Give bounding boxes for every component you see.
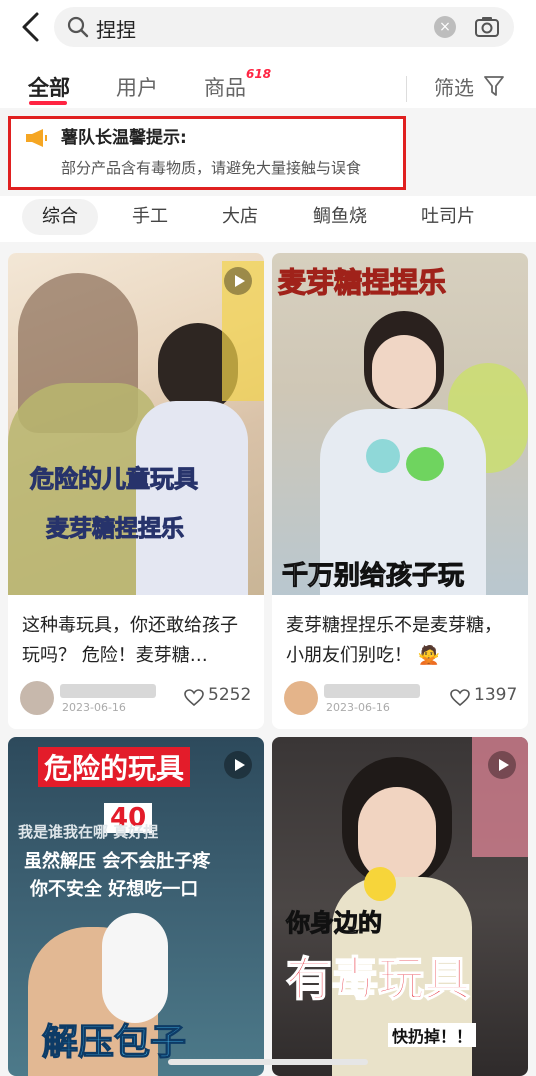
category-chips: 综合 手工 大店 鲷鱼烧 吐司片: [0, 196, 536, 242]
video-play-icon: [488, 751, 516, 779]
back-arrow-icon[interactable]: [18, 10, 46, 44]
thumbnail-caption-line: 你身边的: [286, 909, 383, 938]
card-thumbnail: 危险的儿童玩具 麦芽糖捏捏乐: [8, 253, 264, 595]
card-thumbnail: 你身边的 有毒玩具 快扔掉！！: [272, 737, 528, 1076]
thumbnail-caption-line: 解压包子: [41, 1021, 187, 1063]
author-name-blurred[interactable]: [324, 684, 420, 698]
thumbnail-caption-line: 虽然解压 会不会肚子疼: [24, 851, 211, 872]
active-tab-indicator: [29, 101, 67, 105]
search-query[interactable]: 捏捏: [96, 14, 136, 43]
thumbnail-caption-line: 你不安全 好想吃一口: [30, 879, 199, 900]
thumbnail-caption: 千万别给孩子玩: [281, 561, 465, 592]
tab-products[interactable]: 商品: [204, 72, 246, 102]
thumbnail-title: 有毒玩具: [285, 951, 471, 1007]
like-count: 1397: [474, 685, 518, 705]
video-play-icon: [224, 751, 252, 779]
thumbnail-caption-line: 我是谁我在哪 真好捏: [18, 823, 159, 841]
video-play-icon: [224, 267, 252, 295]
heart-icon[interactable]: [450, 689, 470, 707]
search-bar[interactable]: 捏捏 ×: [54, 7, 514, 47]
search-icon: [67, 16, 89, 38]
thumbnail-title: 危险的玩具: [38, 747, 191, 787]
megaphone-icon: [26, 129, 47, 147]
note-card[interactable]: 危险的儿童玩具 麦芽糖捏捏乐 这种毒玩具，你还敢给孩子玩吗？ 危险！麦芽糖… 2…: [8, 253, 264, 729]
note-card[interactable]: 你身边的 有毒玩具 快扔掉！！: [272, 737, 528, 1076]
chip-toast[interactable]: 吐司片: [404, 199, 492, 235]
filter-button[interactable]: 筛选: [434, 72, 474, 101]
warning-notice: 薯队长温馨提示: 部分产品含有毒物质，请避免大量接触与误食: [8, 116, 406, 190]
chip-handmade[interactable]: 手工: [114, 199, 186, 235]
notice-title: 薯队长温馨提示:: [61, 128, 187, 148]
chip-big-store[interactable]: 大店: [204, 199, 276, 235]
filter-icon[interactable]: [484, 75, 504, 97]
home-indicator: [168, 1059, 368, 1065]
note-card[interactable]: 危险的玩具 40 我是谁我在哪 真好捏 虽然解压 会不会肚子疼 你不安全 好想吃…: [8, 737, 264, 1076]
note-title[interactable]: 麦芽糖捏捏乐不是麦芽糖，小朋友们别吃！ 🙅: [286, 611, 518, 671]
card-thumbnail: 危险的玩具 40 我是谁我在哪 真好捏 虽然解压 会不会肚子疼 你不安全 好想吃…: [8, 737, 264, 1076]
card-thumbnail: 麦芽糖捏捏乐 千万别给孩子玩: [272, 253, 528, 595]
chip-comprehensive[interactable]: 综合: [22, 199, 98, 235]
result-tabs: 全部 用户 商品 618 筛选: [0, 64, 536, 108]
like-count: 5252: [208, 685, 252, 705]
divider: [406, 76, 407, 102]
thumbnail-title: 麦芽糖捏捏乐: [277, 265, 447, 299]
heart-icon[interactable]: [184, 689, 204, 707]
tab-users[interactable]: 用户: [116, 72, 158, 102]
note-title[interactable]: 这种毒玩具，你还敢给孩子玩吗？ 危险！麦芽糖…: [22, 611, 254, 671]
camera-icon[interactable]: [474, 14, 500, 40]
author-name-blurred[interactable]: [60, 684, 156, 698]
avatar[interactable]: [284, 681, 318, 715]
notice-text: 部分产品含有毒物质，请避免大量接触与误食: [61, 159, 362, 177]
top-bar: 捏捏 × 全部 用户 商品 618 筛选: [0, 0, 536, 108]
badge-618: 618: [246, 67, 272, 81]
thumbnail-caption-line: 麦芽糖捏捏乐: [46, 516, 185, 543]
chip-taiyaki[interactable]: 鲷鱼烧: [296, 199, 384, 235]
thumbnail-caption-line: 快扔掉！！: [388, 1023, 477, 1047]
avatar[interactable]: [20, 681, 54, 715]
note-card[interactable]: 麦芽糖捏捏乐 千万别给孩子玩 麦芽糖捏捏乐不是麦芽糖，小朋友们别吃！ 🙅 202…: [272, 253, 528, 729]
clear-icon[interactable]: ×: [434, 16, 456, 38]
thumbnail-caption-line: 危险的儿童玩具: [30, 465, 199, 494]
note-date: 2023-06-16: [326, 701, 390, 714]
tab-all[interactable]: 全部: [28, 72, 70, 102]
note-date: 2023-06-16: [62, 701, 126, 714]
